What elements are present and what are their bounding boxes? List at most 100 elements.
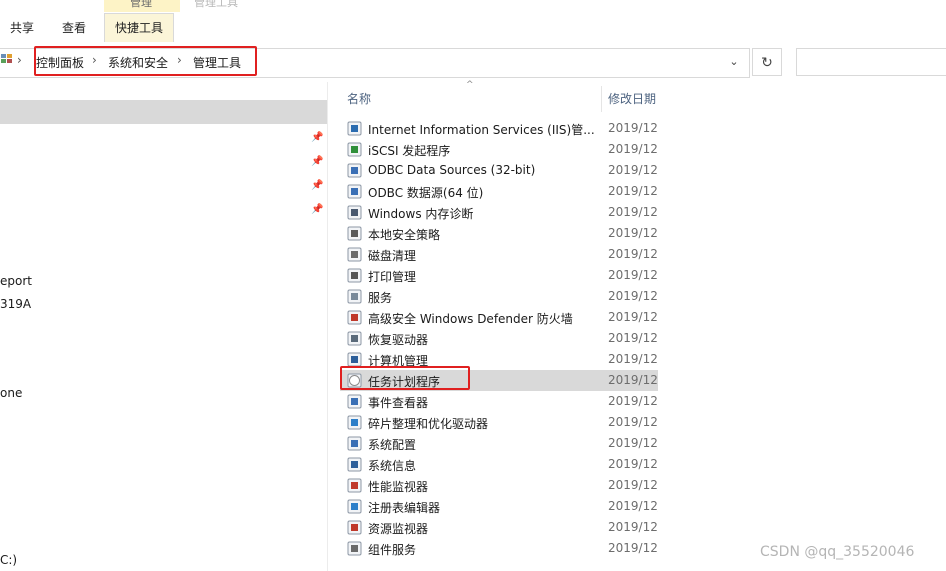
list-item-date: 2019/12/	[608, 436, 658, 450]
address-history-dropdown[interactable]: ⌄	[722, 48, 746, 76]
list-item-date: 2019/12/	[608, 373, 658, 387]
breadcrumb-separator[interactable]: ›	[92, 53, 97, 67]
column-header-date[interactable]: 修改日期	[608, 90, 656, 107]
list-item-date: 2019/12/	[608, 163, 658, 177]
list-item[interactable]: 恢复驱动器 2019/12/	[340, 328, 658, 349]
list-item-name: 性能监视器	[368, 480, 429, 494]
list-item-date: 2019/12/	[608, 331, 658, 345]
pin-icon[interactable]: 📌	[311, 156, 323, 167]
list-item-date: 2019/12/	[608, 541, 658, 555]
list-item-name: 计算机管理	[368, 354, 429, 368]
event-viewer-icon	[347, 394, 362, 409]
list-item[interactable]: 计算机管理 2019/12/	[340, 349, 658, 370]
computer-management-icon	[347, 352, 362, 367]
list-item[interactable]: 注册表编辑器 2019/12/	[340, 496, 658, 517]
list-item-date: 2019/12/	[608, 478, 658, 492]
list-item-date: 2019/12/	[608, 394, 658, 408]
list-item-name: 打印管理	[368, 270, 417, 284]
list-item[interactable]: 性能监视器 2019/12/	[340, 475, 658, 496]
nav-item-one[interactable]: one	[0, 386, 22, 400]
list-item[interactable]: 磁盘清理 2019/12/	[340, 244, 658, 265]
list-item[interactable]: 碎片整理和优化驱动器 2019/12/	[340, 412, 658, 433]
list-item-name: 资源监视器	[368, 522, 429, 536]
context-title-faded: 管理工具	[194, 0, 238, 9]
list-item-date: 2019/12/	[608, 352, 658, 366]
nav-item-report[interactable]: eport	[0, 274, 32, 288]
list-item[interactable]: 本地安全策略 2019/12/	[340, 223, 658, 244]
list-item-name: 注册表编辑器	[368, 501, 441, 515]
list-item[interactable]: Internet Information Services (IIS)管... 2…	[340, 118, 658, 139]
breadcrumb-separator[interactable]: ›	[177, 53, 182, 67]
list-item-name: 任务计划程序	[368, 375, 441, 389]
component-services-icon	[347, 541, 362, 556]
system-config-icon	[347, 436, 362, 451]
list-item-name: ODBC Data Sources (32-bit)	[368, 163, 536, 177]
tab-share[interactable]: 共享	[0, 14, 44, 42]
list-item-date: 2019/12/	[608, 499, 658, 513]
list-item[interactable]: ODBC Data Sources (32-bit) 2019/12/	[340, 160, 658, 181]
breadcrumb-admin-tools[interactable]: 管理工具	[193, 54, 241, 71]
column-divider[interactable]	[601, 86, 602, 112]
sort-indicator-icon: ^	[466, 80, 474, 90]
tab-view[interactable]: 查看	[52, 14, 96, 42]
list-item[interactable]: 打印管理 2019/12/	[340, 265, 658, 286]
performance-monitor-icon	[347, 478, 362, 493]
task-scheduler-clock-icon	[347, 373, 362, 388]
odbc-icon	[347, 163, 362, 178]
nav-item-drive-c[interactable]: C:)	[0, 553, 17, 567]
list-item-name: 高级安全 Windows Defender 防火墙	[368, 312, 573, 326]
list-item[interactable]: 组件服务 2019/12/	[340, 538, 658, 559]
list-item[interactable]: 事件查看器 2019/12/	[340, 391, 658, 412]
column-header-name[interactable]: 名称	[347, 90, 371, 107]
list-item-date: 2019/12/	[608, 226, 658, 240]
list-item[interactable]: 任务计划程序 2019/12/	[340, 370, 658, 391]
list-item[interactable]: 系统配置 2019/12/	[340, 433, 658, 454]
list-item-name: Windows 内存诊断	[368, 207, 474, 221]
context-tab-header: 管理	[104, 0, 180, 12]
breadcrumb-control-panel[interactable]: 控制面板	[36, 54, 84, 71]
address-row: › 控制面板 › 系统和安全 › 管理工具 ⌄ ↻	[0, 42, 946, 82]
list-item[interactable]: iSCSI 发起程序 2019/12/	[340, 139, 658, 160]
pin-icon[interactable]: 📌	[311, 132, 323, 143]
list-item-date: 2019/12/	[608, 457, 658, 471]
list-item[interactable]: 系统信息 2019/12/	[340, 454, 658, 475]
list-item-name: 系统配置	[368, 438, 417, 452]
file-list: ^ 名称 修改日期 Internet Information Services …	[328, 80, 946, 571]
list-item[interactable]: ODBC 数据源(64 位) 2019/12/	[340, 181, 658, 202]
memory-diagnostic-icon	[347, 205, 362, 220]
pin-icon[interactable]: 📌	[311, 204, 323, 215]
list-item-date: 2019/12/	[608, 310, 658, 324]
list-item-name: 本地安全策略	[368, 228, 441, 242]
ribbon: 管理 管理工具 共享 查看 快捷工具	[0, 0, 946, 43]
search-input[interactable]	[796, 48, 946, 76]
list-item-date: 2019/12/	[608, 184, 658, 198]
disk-cleanup-icon	[347, 247, 362, 262]
list-item[interactable]: 服务 2019/12/	[340, 286, 658, 307]
pin-icon[interactable]: 📌	[311, 180, 323, 191]
list-item[interactable]: 高级安全 Windows Defender 防火墙 2019/12/	[340, 307, 658, 328]
list-item-name: Internet Information Services (IIS)管...	[368, 123, 595, 137]
nav-selected-item[interactable]	[0, 100, 327, 124]
security-policy-icon	[347, 226, 362, 241]
iis-manager-icon	[347, 121, 362, 136]
list-item-name: iSCSI 发起程序	[368, 144, 451, 158]
list-item-date: 2019/12/	[608, 415, 658, 429]
context-tab-header-label: 管理	[130, 0, 152, 9]
tab-shortcut-tools[interactable]: 快捷工具	[104, 13, 175, 42]
list-item-name: 碎片整理和优化驱动器	[368, 417, 489, 431]
recovery-drive-icon	[347, 331, 362, 346]
breadcrumb-separator[interactable]: ›	[17, 53, 22, 67]
refresh-button[interactable]: ↻	[752, 48, 782, 76]
list-item[interactable]: 资源监视器 2019/12/	[340, 517, 658, 538]
list-item-date: 2019/12/	[608, 247, 658, 261]
list-item[interactable]: Windows 内存诊断 2019/12/	[340, 202, 658, 223]
list-item-name: ODBC 数据源(64 位)	[368, 186, 484, 200]
control-panel-icon	[1, 54, 12, 63]
list-item-date: 2019/12/	[608, 121, 658, 135]
list-item-name: 磁盘清理	[368, 249, 417, 263]
nav-item-319a[interactable]: 319A	[0, 297, 31, 311]
services-gear-icon	[347, 289, 362, 304]
breadcrumb-system-security[interactable]: 系统和安全	[108, 54, 168, 71]
navigation-pane: 📌 📌 📌 📌 eport 319A one C:)	[0, 82, 328, 571]
list-item-name: 事件查看器	[368, 396, 429, 410]
